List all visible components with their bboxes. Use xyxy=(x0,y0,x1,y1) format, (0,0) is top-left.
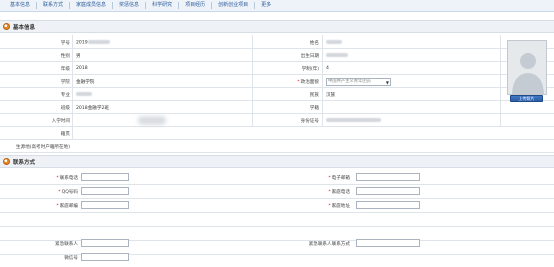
wechat-input[interactable] xyxy=(81,253,129,261)
dept-value: 金融学院 xyxy=(76,80,95,85)
length-value: 4 xyxy=(326,66,329,71)
birth-label: 出生日期 xyxy=(300,54,319,59)
section-title-basic: 基本信息 xyxy=(13,24,36,31)
ethnic-value: 汉族 xyxy=(326,93,336,98)
political-select[interactable]: 中国共产主义青年团员 ▼ xyxy=(326,78,391,86)
column-divider xyxy=(500,35,501,126)
home-phone-input[interactable] xyxy=(356,187,420,195)
row-divider xyxy=(0,87,554,88)
enroll-label: 入学时间 xyxy=(51,119,70,124)
dept-label: 学院 xyxy=(60,80,70,85)
phone-label: *联系电话 xyxy=(56,176,78,181)
email-label: *电子邮箱 xyxy=(328,176,350,181)
avatar-icon xyxy=(512,53,544,94)
tab-awards[interactable]: 奖惩信息 xyxy=(113,2,147,9)
tab-family[interactable]: 家庭成员信息 xyxy=(70,2,114,9)
major-label: 专业 xyxy=(60,93,70,98)
section-title-contact: 联系方式 xyxy=(13,159,36,166)
zip-input[interactable] xyxy=(81,201,129,209)
tab-innovation[interactable]: 创新创业项目 xyxy=(212,2,256,9)
upload-photo-button[interactable]: 上传照片 xyxy=(510,95,543,102)
residence-label: 生源地(高考时户籍所在地) xyxy=(15,145,70,150)
column-divider xyxy=(72,35,73,139)
address-input[interactable] xyxy=(356,201,420,209)
emergency-phone-input[interactable] xyxy=(356,239,420,247)
row-divider xyxy=(0,184,554,185)
column-divider xyxy=(252,35,253,126)
id-label: 身份证号 xyxy=(300,119,319,124)
row-divider xyxy=(0,74,554,75)
section-icon xyxy=(3,23,10,30)
row-divider xyxy=(0,152,554,153)
campus-label: 学籍 xyxy=(309,106,319,111)
grade-label: 年级 xyxy=(60,67,70,72)
class-label: 班级 xyxy=(60,106,70,111)
email-input[interactable] xyxy=(356,173,420,181)
row-divider xyxy=(0,48,554,49)
gender-label: 性别 xyxy=(60,54,70,59)
ethnic-label: 民族 xyxy=(309,93,319,98)
profile-photo xyxy=(507,40,547,95)
address-label: *家庭地址 xyxy=(328,204,350,209)
tab-bar: 基本信息 联系方式 家庭成员信息 奖惩信息 科学研究 项目经历 创新创业项目 更… xyxy=(0,0,554,12)
wechat-label: 微信号 xyxy=(64,256,78,261)
tab-basic-info[interactable]: 基本信息 xyxy=(4,2,38,9)
tab-research[interactable]: 科学研究 xyxy=(146,2,180,9)
redacted-area xyxy=(138,116,166,125)
political-label: *政治面貌 xyxy=(297,80,319,85)
row-divider xyxy=(0,198,554,199)
class-value: 2018金融学2班 xyxy=(76,106,109,111)
row-divider xyxy=(0,212,554,213)
row-divider xyxy=(0,113,554,114)
row-divider xyxy=(0,100,554,101)
emergency-input[interactable] xyxy=(81,239,129,247)
qq-input[interactable] xyxy=(81,187,129,195)
id-value xyxy=(326,118,381,124)
emergency-label: 紧急联系人 xyxy=(55,242,78,247)
tab-projects[interactable]: 项目经历 xyxy=(179,2,213,9)
row-divider xyxy=(0,126,554,127)
name-label: 姓名 xyxy=(309,41,319,46)
zip-label: *家庭邮编 xyxy=(56,204,78,209)
column-divider xyxy=(322,35,323,126)
home-phone-label: *家庭电话 xyxy=(328,190,350,195)
phone-input[interactable] xyxy=(81,173,129,181)
qq-label: *QQ号码 xyxy=(58,190,78,195)
student-id-label: 学号 xyxy=(60,41,70,46)
gender-value: 男 xyxy=(76,54,81,59)
chevron-down-icon: ▼ xyxy=(385,80,389,85)
row-divider xyxy=(0,139,554,140)
emergency-phone-label: 紧急联系人联系方式 xyxy=(308,242,350,247)
birth-value xyxy=(326,53,348,59)
row-divider xyxy=(0,61,554,62)
length-label: 学制(年) xyxy=(301,67,319,72)
major-value xyxy=(76,92,92,98)
grade-value: 2018 xyxy=(76,66,88,71)
tab-more[interactable]: 更多 xyxy=(255,2,277,9)
row-divider xyxy=(0,226,554,227)
section-icon xyxy=(3,158,10,165)
remark-label: 籍贯 xyxy=(60,132,70,137)
tab-contact[interactable]: 联系方式 xyxy=(37,2,71,9)
section-header-contact: 联系方式 xyxy=(0,155,554,168)
name-value xyxy=(326,40,342,46)
student-id-value: 2019 xyxy=(76,40,110,46)
section-header-basic: 基本信息 xyxy=(0,20,554,33)
